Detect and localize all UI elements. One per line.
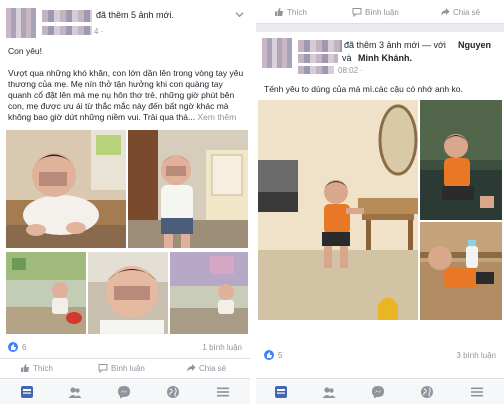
friends-icon: [322, 387, 336, 398]
comments-count[interactable]: 1 bình luận: [202, 343, 242, 352]
post-header: đã thêm 3 ảnh mới — với Nguyen và Minh K…: [262, 38, 498, 78]
tagged-friend-2[interactable]: Minh Khánh.: [358, 53, 412, 63]
post-card: đã thêm 3 ảnh mới — với Nguyen và Minh K…: [256, 32, 504, 378]
thumbs-up-icon: [275, 8, 283, 16]
avatar[interactable]: [6, 8, 36, 38]
post-caption: Tếnh yêu to dùng của má mì.các cậu có nh…: [264, 84, 463, 94]
like-reaction-icon[interactable]: [8, 342, 18, 352]
globe-icon: [167, 386, 179, 398]
photo-toddler-at-table: [258, 100, 418, 320]
avatar[interactable]: [262, 38, 292, 68]
globe-icon: [421, 386, 433, 398]
left-screenshot: đã thêm 5 ảnh mới. 4 · Con yêu! Vượt qua…: [0, 0, 250, 404]
messenger-tab[interactable]: [117, 385, 131, 399]
like-button-label: Thích: [33, 363, 54, 373]
news-feed-icon: [21, 386, 33, 398]
comment-button[interactable]: Bình luận: [98, 363, 145, 373]
globe-tab[interactable]: [420, 385, 434, 399]
menu-tab[interactable]: [216, 385, 230, 399]
post-header: đã thêm 5 ảnh mới. 4 ·: [6, 8, 244, 42]
post-photo-3[interactable]: [6, 252, 86, 334]
post-card: đã thêm 5 ảnh mới. 4 · Con yêu! Vượt qua…: [0, 0, 250, 378]
post-photo-2[interactable]: [128, 130, 248, 248]
post-photo-2[interactable]: [420, 100, 502, 220]
tagged-friend-1[interactable]: Nguyen: [458, 40, 491, 50]
share-icon: [441, 8, 450, 16]
news-feed-icon: [275, 386, 287, 398]
comment-icon: [352, 8, 362, 17]
comment-button[interactable]: Bình luận: [352, 7, 399, 17]
messenger-icon: [118, 386, 130, 399]
right-screenshot: Thích Bình luận Chia sẻ đã thêm 3 ảnh mớ…: [256, 0, 504, 404]
post-photo-5[interactable]: [170, 252, 248, 334]
share-button[interactable]: Chia sẻ: [186, 363, 226, 373]
bottom-tab-bar: [256, 378, 504, 404]
post-caption-title: Con yêu!: [8, 46, 43, 56]
blurred-author-name[interactable]: [298, 40, 342, 52]
globe-tab[interactable]: [166, 385, 180, 399]
post-action-text: đã thêm 3 ảnh mới — với: [344, 40, 446, 50]
menu-icon: [217, 387, 229, 397]
friends-icon: [68, 387, 82, 398]
like-button[interactable]: Thích: [274, 7, 307, 17]
photo-boy-on-couch: [420, 100, 502, 220]
photo-baby-bucket: [6, 252, 86, 334]
friends-tab[interactable]: [68, 385, 82, 399]
chevron-down-icon[interactable]: [235, 10, 244, 19]
news-feed-tab[interactable]: [20, 385, 34, 399]
post-action-bar: Thích Bình luận Chia sẻ: [0, 358, 250, 378]
photo-baby-closeup: [88, 252, 168, 334]
share-button-label: Chia sẻ: [199, 363, 227, 373]
photo-baby-with-bottle: [420, 222, 502, 320]
blurred-tagged-name: [298, 54, 338, 63]
see-more-link[interactable]: Xem thêm: [197, 112, 236, 122]
photo-baby-crawling: [6, 130, 126, 248]
post-time: 08:02 ·: [338, 66, 363, 75]
friends-tab[interactable]: [322, 385, 336, 399]
post-caption: Vượt qua những khó khăn, con lớn dần lên…: [8, 68, 244, 124]
share-button[interactable]: Chia sẻ: [440, 7, 480, 17]
comments-count[interactable]: 3 bình luận: [456, 351, 496, 360]
post-photo-3[interactable]: [420, 222, 502, 320]
post-photo-1[interactable]: [258, 100, 418, 320]
thumbs-up-icon: [21, 364, 29, 372]
share-icon: [187, 364, 196, 372]
bottom-tab-bar: [0, 378, 250, 404]
photo-toddler-standing: [128, 130, 248, 248]
like-button[interactable]: Thích: [20, 363, 53, 373]
tagged-joiner: và: [342, 53, 352, 63]
photo-baby-sitting: [170, 252, 248, 334]
post-action-text: đã thêm 5 ảnh mới.: [96, 10, 174, 20]
blurred-author-name[interactable]: [42, 10, 92, 22]
post-photo-4[interactable]: [88, 252, 168, 334]
messenger-tab[interactable]: [371, 385, 385, 399]
menu-icon: [471, 387, 483, 397]
share-button-label: Chia sẻ: [453, 7, 481, 17]
blurred-date: [298, 66, 334, 74]
comment-icon: [98, 364, 108, 373]
menu-tab[interactable]: [470, 385, 484, 399]
likes-count[interactable]: 5: [278, 351, 282, 360]
news-feed-tab[interactable]: [274, 385, 288, 399]
like-reaction-icon[interactable]: [264, 350, 274, 360]
post-photo-1[interactable]: [6, 130, 126, 248]
blurred-date: [42, 26, 92, 35]
like-button-label: Thích: [287, 7, 308, 17]
messenger-icon: [372, 386, 384, 399]
comment-button-label: Bình luận: [111, 363, 145, 373]
likes-count[interactable]: 6: [22, 343, 26, 352]
previous-post-action-bar: Thích Bình luận Chia sẻ: [256, 0, 504, 24]
comment-button-label: Bình luận: [365, 7, 399, 17]
post-date: 4 ·: [94, 27, 104, 36]
